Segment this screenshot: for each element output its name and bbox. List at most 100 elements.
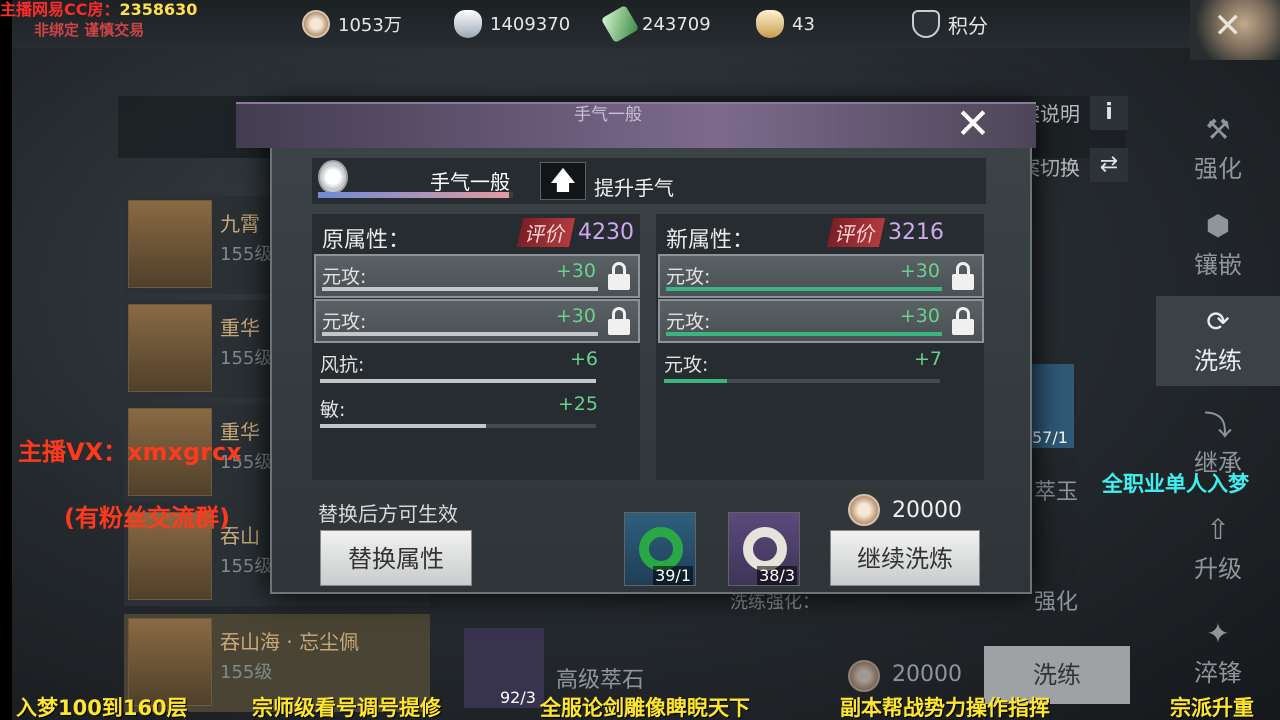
lock-icon[interactable] bbox=[952, 262, 974, 290]
luck-fill bbox=[318, 192, 510, 198]
attribute-bar-fill bbox=[322, 287, 598, 291]
attribute-row[interactable]: 风抗: +6 bbox=[314, 344, 640, 388]
currency-silver: 1409370 bbox=[454, 10, 570, 38]
nav-label: 淬锋 bbox=[1194, 658, 1242, 687]
lock-icon[interactable] bbox=[608, 262, 630, 290]
attribute-bar-fill bbox=[664, 379, 728, 383]
gold-icon bbox=[756, 10, 784, 38]
attribute-bar-fill bbox=[320, 424, 486, 428]
green-jade-slot[interactable]: 39/1 bbox=[624, 512, 696, 586]
background-cost: 20000 bbox=[892, 662, 962, 687]
item-level: 155级 bbox=[220, 556, 273, 577]
item-level: 155级 bbox=[220, 348, 273, 369]
overlay-bottom-text: 副本帮战势力操作指挥 bbox=[840, 696, 1050, 720]
stream-overlay-top: 主播网易CC房：2358630 非绑定 谨慎交易 bbox=[0, 0, 197, 40]
nav-inlay[interactable]: ⬢ 镶嵌 bbox=[1156, 200, 1280, 290]
strengthen-link[interactable]: 强化 bbox=[1034, 584, 1078, 616]
attribute-bar bbox=[664, 379, 940, 383]
attribute-name: 元攻: bbox=[322, 311, 367, 333]
info-icon[interactable]: i bbox=[1090, 96, 1128, 130]
old-rating-value: 4230 bbox=[578, 220, 634, 245]
attribute-row[interactable]: 元攻: +7 bbox=[658, 344, 984, 388]
nav-label: 升级 bbox=[1194, 554, 1242, 583]
swap-icon[interactable]: ⇄ bbox=[1090, 148, 1128, 182]
raise-luck-button[interactable]: 🡅 bbox=[540, 162, 586, 200]
nav-upgrade[interactable]: ⇧ 升级 bbox=[1156, 504, 1280, 594]
attribute-bar-fill bbox=[320, 379, 596, 383]
attribute-value: +30 bbox=[555, 260, 596, 282]
jade-slot-label: 萃玉 bbox=[1034, 480, 1079, 505]
nav-refine[interactable]: ⟳ 洗练 bbox=[1156, 296, 1280, 386]
overlay-room-number: 2358630 bbox=[119, 0, 198, 19]
luck-icon bbox=[318, 160, 348, 194]
old-attributes-title: 原属性： bbox=[322, 228, 411, 253]
attribute-bar bbox=[666, 332, 942, 336]
close-corner-button[interactable]: ✕ bbox=[1190, 0, 1280, 60]
new-rating-value: 3216 bbox=[888, 220, 944, 245]
item-count: 39/1 bbox=[653, 566, 693, 585]
attribute-name: 敏: bbox=[320, 399, 346, 421]
stone-label: 高级萃石 bbox=[556, 668, 645, 693]
attribute-row[interactable]: 敏: +25 bbox=[314, 389, 640, 433]
attribute-bar bbox=[320, 424, 596, 428]
coin-icon bbox=[848, 494, 880, 526]
close-button[interactable]: ✕ bbox=[948, 102, 998, 148]
attribute-bar bbox=[666, 287, 942, 291]
attribute-name: 元攻: bbox=[322, 266, 367, 288]
nav-label: 强化 bbox=[1194, 154, 1242, 183]
nav-label: 镶嵌 bbox=[1194, 250, 1242, 279]
gem-icon: ⬢ bbox=[1205, 209, 1231, 242]
nav-temper[interactable]: ✦ 淬锋 bbox=[1156, 608, 1280, 698]
item-level: 155级 bbox=[220, 244, 273, 265]
overlay-right-text: 全职业单人入梦 bbox=[1102, 472, 1249, 496]
attribute-name: 风抗: bbox=[320, 354, 365, 376]
locked-attribute-row[interactable]: 元攻: +30 bbox=[658, 254, 984, 298]
shield-icon bbox=[912, 10, 940, 38]
luck-label: 手气一般 bbox=[430, 170, 510, 194]
raise-luck-label[interactable]: 提升手气 bbox=[594, 172, 674, 201]
new-rating-tag: 评价 bbox=[826, 218, 886, 247]
currency-value: 243709 bbox=[642, 13, 711, 35]
temper-icon: ✦ bbox=[1206, 617, 1230, 650]
currency-value: 1409370 bbox=[490, 13, 571, 35]
refine-icon: ⟳ bbox=[1206, 305, 1230, 338]
overlay-contact: 主播VX：xmxgrcx bbox=[18, 438, 242, 466]
currency-value: 1053万 bbox=[338, 15, 402, 36]
item-name: 重华 bbox=[220, 316, 260, 340]
overlay-room-label: 主播网易CC房： bbox=[0, 0, 120, 19]
white-jade-slot[interactable]: 38/3 bbox=[728, 512, 800, 586]
green-jade-ring-icon bbox=[639, 527, 683, 571]
left-border bbox=[0, 0, 12, 720]
item-count: 38/3 bbox=[757, 566, 797, 585]
attribute-bar-fill bbox=[666, 332, 942, 336]
nav-strengthen[interactable]: ⚒ 强化 bbox=[1156, 104, 1280, 194]
attribute-bar-fill bbox=[322, 332, 598, 336]
jade-slot-count: 57/1 bbox=[1032, 428, 1068, 447]
silver-icon bbox=[454, 10, 482, 38]
continue-refine-button[interactable]: 继续洗炼 bbox=[830, 530, 980, 586]
lock-icon[interactable] bbox=[952, 307, 974, 335]
close-icon: ✕ bbox=[1213, 6, 1243, 46]
jade-icon bbox=[600, 4, 640, 44]
lock-icon[interactable] bbox=[608, 307, 630, 335]
overlay-fans: (有粉丝交流群) bbox=[64, 504, 230, 532]
old-rating-tag: 评价 bbox=[516, 218, 576, 247]
attribute-bar bbox=[322, 332, 598, 336]
locked-attribute-row[interactable]: 元攻: +30 bbox=[314, 299, 640, 343]
item-thumbnail bbox=[128, 304, 212, 392]
item-level: 155级 bbox=[220, 662, 273, 683]
attribute-name: 元攻: bbox=[666, 266, 711, 288]
attribute-name: 元攻: bbox=[664, 354, 709, 376]
points-button[interactable]: 积分 bbox=[912, 10, 988, 38]
locked-attribute-row[interactable]: 元攻: +30 bbox=[658, 299, 984, 343]
arrow-up-icon: 🡅 bbox=[549, 166, 577, 196]
locked-attribute-row[interactable]: 元攻: +30 bbox=[314, 254, 640, 298]
stone-count: 92/3 bbox=[500, 688, 536, 707]
overlay-bottom-text: 全服论剑雕像睥睨天下 bbox=[540, 696, 750, 720]
nav-label: 洗练 bbox=[1194, 346, 1242, 375]
attribute-name: 元攻: bbox=[666, 311, 711, 333]
currency-gold: 43 bbox=[756, 10, 815, 38]
replace-attributes-button[interactable]: 替换属性 bbox=[320, 530, 472, 586]
attribute-value: +30 bbox=[555, 305, 596, 327]
replace-tip: 替换后方可生效 bbox=[318, 502, 458, 526]
